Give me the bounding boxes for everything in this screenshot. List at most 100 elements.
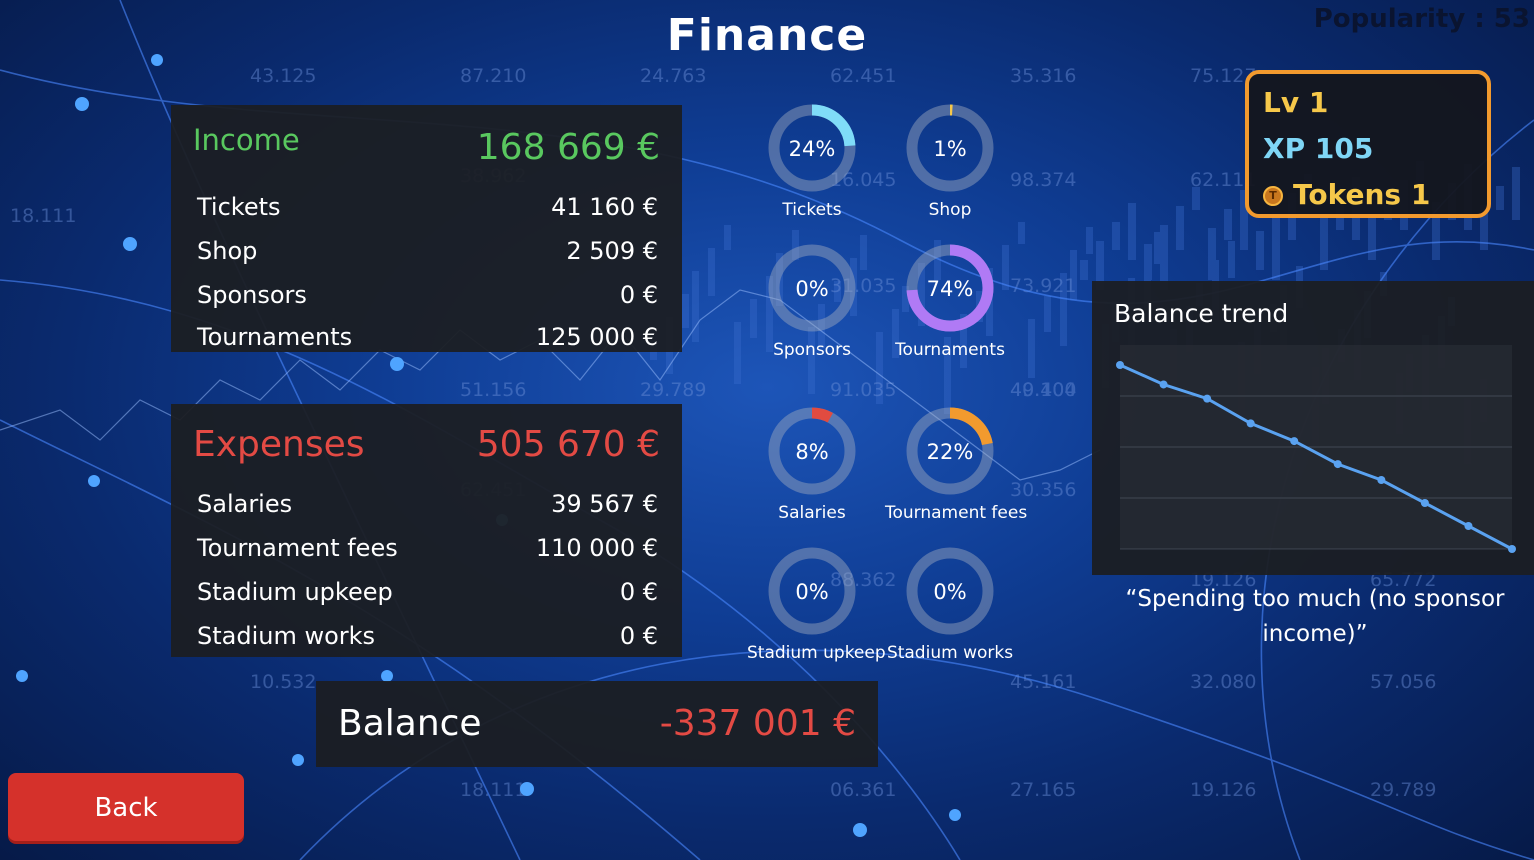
background-candle (708, 248, 715, 296)
donut-label: Tournaments (895, 340, 1005, 360)
donut-sponsors: 0% Sponsors (747, 240, 877, 360)
donut-label: Shop (928, 200, 972, 220)
tokens-row: T Tokens 1 (1263, 178, 1430, 211)
expense-row-value: 39 567 € (551, 490, 658, 518)
expenses-total: 505 670 € (476, 424, 660, 465)
donut-percent: 22% (927, 440, 974, 464)
background-candle (1080, 260, 1088, 280)
trend-point (1464, 522, 1473, 530)
income-row-value: 0 € (619, 281, 658, 309)
background-candle (1176, 206, 1184, 250)
income-row-label: Shop (197, 237, 258, 265)
trend-point (1203, 394, 1212, 403)
income-panel: Income 168 669 € Tickets 41 160 € Shop 2… (171, 105, 682, 352)
donut-tournaments: 74% Tournaments (885, 240, 1015, 360)
background-candle (1224, 209, 1232, 240)
income-row-label: Sponsors (197, 281, 307, 309)
donut-label: Tournament fees (885, 503, 1028, 523)
background-number: 29.789 (1370, 779, 1436, 801)
background-number: 18.111 (460, 779, 526, 801)
background-candle (1368, 218, 1376, 260)
donut-chart: 74% (906, 244, 994, 332)
trend-quote: “Spending too much (no sponsor income)” (1125, 586, 1505, 647)
back-button[interactable]: Back (8, 773, 244, 841)
background-number: 18.111 (10, 205, 76, 227)
trend-point (1246, 419, 1255, 428)
donut-tournament-fees: 22% Tournament fees (885, 403, 1028, 523)
balance-value: -337 001 € (659, 703, 856, 744)
donut-chart: 8% (768, 407, 856, 495)
donut-salaries: 8% Salaries (747, 403, 877, 523)
expense-row-value: 0 € (619, 578, 658, 606)
background-number: 30.356 (1010, 479, 1076, 501)
token-coin-icon: T (1263, 186, 1283, 206)
donut-chart: 22% (906, 407, 994, 495)
donut-chart: 24% (768, 104, 856, 192)
donut-stadium-upkeep: 0% Stadium upkeep (747, 543, 886, 663)
donut-stadium-works: 0% Stadium works (885, 543, 1015, 663)
player-stats-box: Lv 1 XP 105 T Tokens 1 (1245, 70, 1491, 218)
income-label: Income (193, 123, 300, 157)
popularity-label: Popularity : 53 (1313, 4, 1530, 34)
background-candle (1018, 222, 1025, 244)
background-number: 57.056 (1370, 671, 1436, 693)
balance-trend-panel: Balance trend (1092, 281, 1534, 575)
expense-row-label: Stadium works (197, 622, 376, 650)
background-candle (1496, 186, 1504, 210)
expense-row-label: Tournament fees (197, 534, 398, 562)
trend-point (1377, 476, 1386, 484)
background-candle (1128, 203, 1136, 260)
background-number: 19.126 (1190, 779, 1256, 801)
background-number: 49.100 (1010, 379, 1076, 401)
background-number: 98.374 (1010, 169, 1076, 191)
donut-percent: 0% (795, 277, 828, 301)
donut-shop: 1% Shop (885, 100, 1015, 220)
background-number: 91.035 (830, 379, 896, 401)
donut-percent: 0% (933, 580, 966, 604)
background-number: 06.361 (830, 779, 896, 801)
background-candle (1256, 231, 1264, 270)
trend-point (1333, 460, 1342, 469)
donut-tickets: 24% Tickets (747, 100, 877, 220)
background-candle (1228, 241, 1235, 278)
background-number: 24.763 (640, 65, 706, 87)
background-number: 87.210 (460, 65, 526, 87)
page-title: Finance (666, 10, 868, 61)
background-candle (1154, 232, 1161, 264)
donut-label: Salaries (778, 503, 846, 523)
background-candle (1144, 244, 1152, 280)
donut-percent: 8% (795, 440, 828, 464)
background-number: 43.125 (250, 65, 316, 87)
donut-label: Sponsors (773, 340, 851, 360)
donut-chart: 0% (768, 244, 856, 332)
background-number: 35.316 (1010, 65, 1076, 87)
trend-point (1159, 380, 1168, 389)
background-candle (682, 294, 689, 328)
expense-row-value: 110 000 € (535, 534, 658, 562)
background-number: 10.532 (250, 671, 316, 693)
trend-point (1508, 545, 1516, 553)
background-candle (1086, 227, 1093, 254)
donut-percent: 1% (933, 137, 966, 161)
expense-row-label: Stadium upkeep (197, 578, 393, 606)
income-row-value: 2 509 € (566, 237, 658, 265)
expense-row-value: 0 € (619, 622, 658, 650)
trend-point (1290, 437, 1299, 446)
balance-trend-chart (1116, 345, 1516, 553)
background-candle (734, 322, 741, 384)
level-label: Lv 1 (1263, 86, 1329, 119)
expenses-label: Expenses (193, 424, 365, 465)
income-row-label: Tickets (197, 193, 281, 221)
income-total: 168 669 € (476, 127, 660, 168)
expense-row-label: Salaries (197, 490, 293, 518)
background-number: 62.451 (830, 65, 896, 87)
income-row-value: 125 000 € (535, 323, 658, 351)
trend-point (1420, 499, 1429, 507)
donut-chart: 1% (906, 104, 994, 192)
income-row-value: 41 160 € (551, 193, 658, 221)
background-number: 51.156 (460, 379, 526, 401)
background-number: 29.789 (640, 379, 706, 401)
donut-percent: 24% (789, 137, 836, 161)
balance-label: Balance (338, 703, 482, 744)
background-candle (724, 225, 731, 250)
